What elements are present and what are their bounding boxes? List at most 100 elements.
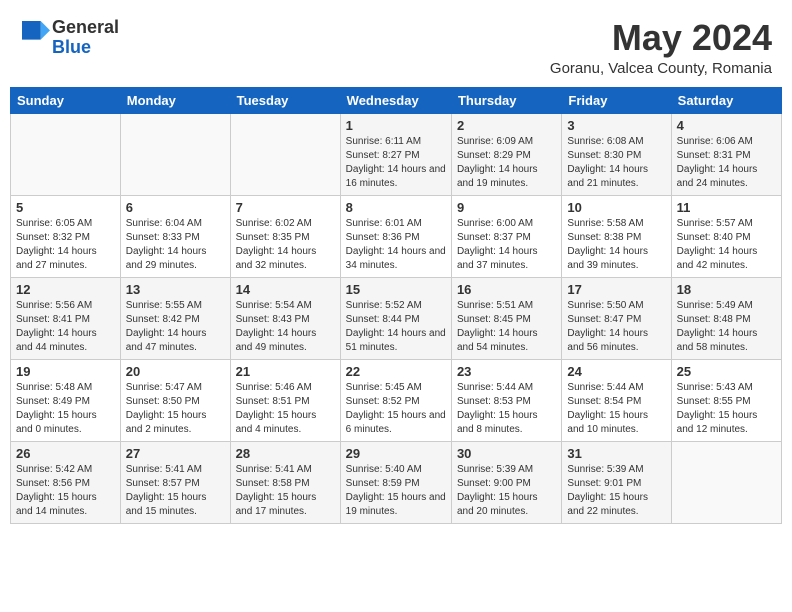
day-info: Sunrise: 6:08 AM Sunset: 8:30 PM Dayligh… bbox=[567, 135, 665, 191]
calendar-day-16: 16 Sunrise: 5:51 AM Sunset: 8:45 PM Dayli… bbox=[451, 277, 561, 359]
logo-general-text: General bbox=[52, 17, 119, 37]
day-info: Sunrise: 5:40 AM Sunset: 8:59 PM Dayligh… bbox=[346, 463, 446, 519]
day-number: 1 bbox=[346, 118, 446, 133]
day-number: 23 bbox=[457, 364, 556, 379]
location: Goranu, Valcea County, Romania bbox=[550, 60, 772, 77]
day-number: 6 bbox=[126, 200, 225, 215]
day-info: Sunrise: 5:51 AM Sunset: 8:45 PM Dayligh… bbox=[457, 299, 556, 355]
day-info: Sunrise: 5:49 AM Sunset: 8:48 PM Dayligh… bbox=[677, 299, 776, 355]
calendar-day-26: 26 Sunrise: 5:42 AM Sunset: 8:56 PM Dayli… bbox=[11, 441, 121, 523]
day-info: Sunrise: 5:45 AM Sunset: 8:52 PM Dayligh… bbox=[346, 381, 446, 437]
day-number: 27 bbox=[126, 446, 225, 461]
calendar-day-15: 15 Sunrise: 5:52 AM Sunset: 8:44 PM Dayli… bbox=[340, 277, 451, 359]
calendar-table: SundayMondayTuesdayWednesdayThursdayFrid… bbox=[10, 87, 782, 524]
day-info: Sunrise: 5:43 AM Sunset: 8:55 PM Dayligh… bbox=[677, 381, 776, 437]
day-number: 24 bbox=[567, 364, 665, 379]
calendar-day-18: 18 Sunrise: 5:49 AM Sunset: 8:48 PM Dayli… bbox=[671, 277, 781, 359]
day-info: Sunrise: 6:09 AM Sunset: 8:29 PM Dayligh… bbox=[457, 135, 556, 191]
calendar-day-11: 11Sunrise: 5:57 AM Sunset: 8:40 PM Dayli… bbox=[671, 195, 781, 277]
month-title: May 2024 bbox=[550, 18, 772, 58]
calendar-week-row: 1Sunrise: 6:11 AM Sunset: 8:27 PM Daylig… bbox=[11, 113, 782, 195]
calendar-day-7: 7Sunrise: 6:02 AM Sunset: 8:35 PM Daylig… bbox=[230, 195, 340, 277]
calendar-empty-cell bbox=[230, 113, 340, 195]
day-number: 28 bbox=[236, 446, 335, 461]
calendar-day-6: 6 Sunrise: 6:04 AM Sunset: 8:33 PM Daylig… bbox=[120, 195, 230, 277]
day-number: 21 bbox=[236, 364, 335, 379]
calendar-day-27: 27Sunrise: 5:41 AM Sunset: 8:57 PM Dayli… bbox=[120, 441, 230, 523]
calendar-empty-cell bbox=[671, 441, 781, 523]
weekday-header-monday: Monday bbox=[120, 87, 230, 113]
day-number: 22 bbox=[346, 364, 446, 379]
day-info: Sunrise: 5:46 AM Sunset: 8:51 PM Dayligh… bbox=[236, 381, 335, 437]
day-number: 18 bbox=[677, 282, 776, 297]
calendar-day-13: 13Sunrise: 5:55 AM Sunset: 8:42 PM Dayli… bbox=[120, 277, 230, 359]
day-info: Sunrise: 5:50 AM Sunset: 8:47 PM Dayligh… bbox=[567, 299, 665, 355]
day-info: Sunrise: 5:56 AM Sunset: 8:41 PM Dayligh… bbox=[16, 299, 115, 355]
calendar-day-24: 24 Sunrise: 5:44 AM Sunset: 8:54 PM Dayli… bbox=[562, 359, 671, 441]
day-info: Sunrise: 6:05 AM Sunset: 8:32 PM Dayligh… bbox=[16, 217, 115, 273]
calendar-header-row: SundayMondayTuesdayWednesdayThursdayFrid… bbox=[11, 87, 782, 113]
day-info: Sunrise: 5:39 AM Sunset: 9:00 PM Dayligh… bbox=[457, 463, 556, 519]
day-info: Sunrise: 5:52 AM Sunset: 8:44 PM Dayligh… bbox=[346, 299, 446, 355]
title-block: May 2024 Goranu, Valcea County, Romania bbox=[550, 18, 772, 77]
day-info: Sunrise: 6:06 AM Sunset: 8:31 PM Dayligh… bbox=[677, 135, 776, 191]
day-number: 10 bbox=[567, 200, 665, 215]
day-info: Sunrise: 5:48 AM Sunset: 8:49 PM Dayligh… bbox=[16, 381, 115, 437]
calendar-day-9: 9Sunrise: 6:00 AM Sunset: 8:37 PM Daylig… bbox=[451, 195, 561, 277]
calendar-week-row: 12 Sunrise: 5:56 AM Sunset: 8:41 PM Dayli… bbox=[11, 277, 782, 359]
day-number: 26 bbox=[16, 446, 115, 461]
calendar-day-1: 1Sunrise: 6:11 AM Sunset: 8:27 PM Daylig… bbox=[340, 113, 451, 195]
day-number: 17 bbox=[567, 282, 665, 297]
calendar-day-8: 8Sunrise: 6:01 AM Sunset: 8:36 PM Daylig… bbox=[340, 195, 451, 277]
calendar-day-12: 12 Sunrise: 5:56 AM Sunset: 8:41 PM Dayli… bbox=[11, 277, 121, 359]
logo-blue-text: Blue bbox=[52, 37, 91, 57]
day-number: 13 bbox=[126, 282, 225, 297]
day-info: Sunrise: 6:04 AM Sunset: 8:33 PM Dayligh… bbox=[126, 217, 225, 273]
day-number: 29 bbox=[346, 446, 446, 461]
weekday-header-thursday: Thursday bbox=[451, 87, 561, 113]
day-info: Sunrise: 5:58 AM Sunset: 8:38 PM Dayligh… bbox=[567, 217, 665, 273]
day-number: 15 bbox=[346, 282, 446, 297]
calendar-day-17: 17 Sunrise: 5:50 AM Sunset: 8:47 PM Dayli… bbox=[562, 277, 671, 359]
day-number: 3 bbox=[567, 118, 665, 133]
day-number: 30 bbox=[457, 446, 556, 461]
day-info: Sunrise: 5:44 AM Sunset: 8:54 PM Dayligh… bbox=[567, 381, 665, 437]
day-number: 31 bbox=[567, 446, 665, 461]
calendar-day-3: 3 Sunrise: 6:08 AM Sunset: 8:30 PM Daylig… bbox=[562, 113, 671, 195]
calendar-day-19: 19Sunrise: 5:48 AM Sunset: 8:49 PM Dayli… bbox=[11, 359, 121, 441]
day-number: 25 bbox=[677, 364, 776, 379]
weekday-header-tuesday: Tuesday bbox=[230, 87, 340, 113]
calendar-empty-cell bbox=[11, 113, 121, 195]
day-number: 14 bbox=[236, 282, 335, 297]
day-info: Sunrise: 5:47 AM Sunset: 8:50 PM Dayligh… bbox=[126, 381, 225, 437]
day-info: Sunrise: 5:44 AM Sunset: 8:53 PM Dayligh… bbox=[457, 381, 556, 437]
page-header: General Blue May 2024 Goranu, Valcea Cou… bbox=[10, 10, 782, 81]
calendar-day-30: 30 Sunrise: 5:39 AM Sunset: 9:00 PM Dayli… bbox=[451, 441, 561, 523]
calendar-day-31: 31Sunrise: 5:39 AM Sunset: 9:01 PM Dayli… bbox=[562, 441, 671, 523]
calendar-body: 1Sunrise: 6:11 AM Sunset: 8:27 PM Daylig… bbox=[11, 113, 782, 523]
day-number: 20 bbox=[126, 364, 225, 379]
weekday-header-friday: Friday bbox=[562, 87, 671, 113]
day-number: 9 bbox=[457, 200, 556, 215]
day-info: Sunrise: 6:01 AM Sunset: 8:36 PM Dayligh… bbox=[346, 217, 446, 273]
logo: General Blue bbox=[20, 18, 119, 58]
calendar-day-10: 10 Sunrise: 5:58 AM Sunset: 8:38 PM Dayli… bbox=[562, 195, 671, 277]
calendar-day-22: 22 Sunrise: 5:45 AM Sunset: 8:52 PM Dayli… bbox=[340, 359, 451, 441]
calendar-day-28: 28Sunrise: 5:41 AM Sunset: 8:58 PM Dayli… bbox=[230, 441, 340, 523]
day-number: 7 bbox=[236, 200, 335, 215]
day-number: 2 bbox=[457, 118, 556, 133]
calendar-day-23: 23 Sunrise: 5:44 AM Sunset: 8:53 PM Dayli… bbox=[451, 359, 561, 441]
day-number: 4 bbox=[677, 118, 776, 133]
calendar-day-25: 25 Sunrise: 5:43 AM Sunset: 8:55 PM Dayli… bbox=[671, 359, 781, 441]
calendar-empty-cell bbox=[120, 113, 230, 195]
day-info: Sunrise: 5:42 AM Sunset: 8:56 PM Dayligh… bbox=[16, 463, 115, 519]
day-number: 5 bbox=[16, 200, 115, 215]
day-number: 11 bbox=[677, 200, 776, 215]
calendar-week-row: 19Sunrise: 5:48 AM Sunset: 8:49 PM Dayli… bbox=[11, 359, 782, 441]
calendar-day-14: 14Sunrise: 5:54 AM Sunset: 8:43 PM Dayli… bbox=[230, 277, 340, 359]
weekday-header-wednesday: Wednesday bbox=[340, 87, 451, 113]
calendar-day-21: 21 Sunrise: 5:46 AM Sunset: 8:51 PM Dayli… bbox=[230, 359, 340, 441]
day-number: 16 bbox=[457, 282, 556, 297]
day-number: 12 bbox=[16, 282, 115, 297]
calendar-day-20: 20 Sunrise: 5:47 AM Sunset: 8:50 PM Dayli… bbox=[120, 359, 230, 441]
